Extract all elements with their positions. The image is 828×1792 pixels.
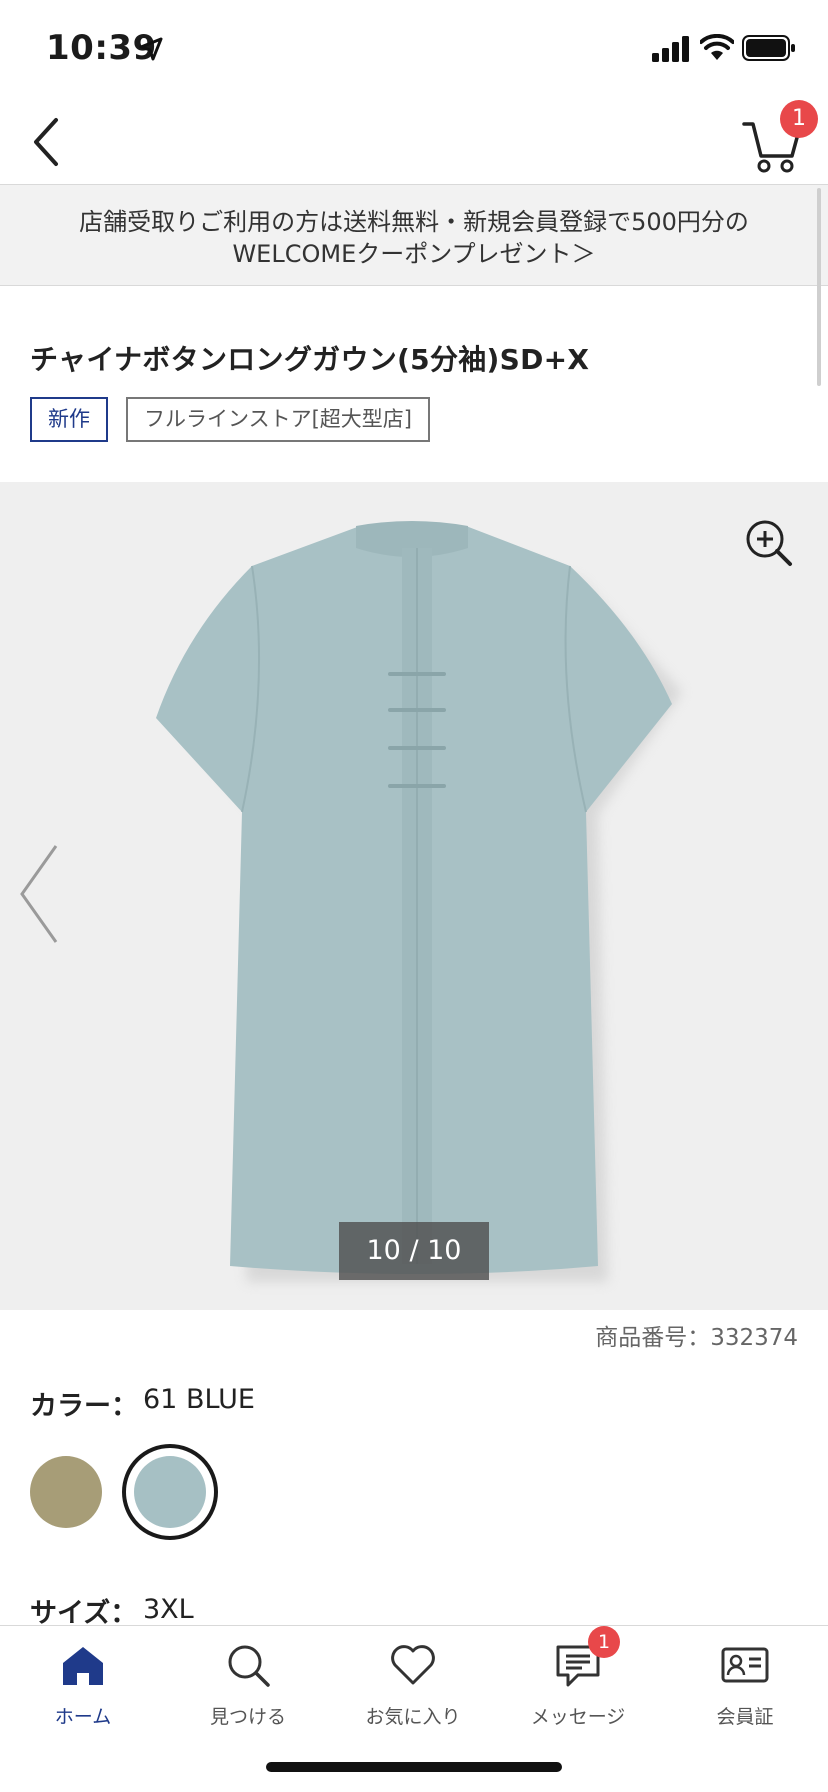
- tag-new: 新作: [30, 397, 108, 442]
- image-counter: 10 / 10: [339, 1222, 489, 1280]
- member-card-icon: [721, 1647, 769, 1683]
- cart-count-badge: 1: [780, 100, 818, 138]
- tag-store[interactable]: フルラインストア[超大型店]: [126, 397, 430, 442]
- color-swatch-blue[interactable]: [134, 1456, 206, 1528]
- tab-messages-label: メッセージ: [530, 1706, 626, 1728]
- product-image: [156, 521, 682, 1282]
- heart-icon: [391, 1645, 435, 1685]
- battery-icon: [742, 35, 795, 61]
- nav-bar: [0, 96, 828, 184]
- back-button[interactable]: [26, 114, 72, 170]
- tab-home[interactable]: ホーム: [13, 1626, 153, 1746]
- zoom-icon[interactable]: [744, 518, 794, 568]
- tab-discover-label: 見つける: [209, 1706, 286, 1728]
- promo-text-line-1: 店舗受取りご利用の方は送料無料・新規会員登録で500円分の: [79, 208, 749, 236]
- home-indicator: [266, 1762, 562, 1772]
- location-arrow-icon: [139, 37, 163, 61]
- cellular-signal-icon: [652, 36, 689, 62]
- scroll-indicator: [817, 188, 821, 386]
- size-value: 3XL: [143, 1594, 194, 1625]
- product-title: チャイナボタンロングガウン(5分袖)SD+X: [30, 343, 590, 376]
- product-number: 商品番号：332374: [595, 1325, 798, 1351]
- previous-image-button[interactable]: [14, 842, 64, 946]
- color-label: カラー：: [30, 1391, 138, 1422]
- promo-text-line-2: WELCOMEクーポンプレゼント＞: [232, 240, 596, 268]
- tab-member-card-label: 会員証: [716, 1706, 774, 1728]
- promo-banner[interactable]: 店舗受取りご利用の方は送料無料・新規会員登録で500円分の WELCOMEクーポ…: [0, 184, 828, 286]
- wifi-icon: [700, 34, 734, 60]
- message-count-badge: 1: [588, 1626, 620, 1658]
- color-swatch-beige[interactable]: [30, 1456, 102, 1528]
- search-icon: [228, 1645, 270, 1687]
- tab-favorites-label: お気に入り: [365, 1706, 461, 1728]
- tab-home-label: ホーム: [54, 1706, 112, 1728]
- color-value: 61 BLUE: [143, 1384, 255, 1415]
- tab-discover[interactable]: 見つける: [178, 1626, 318, 1746]
- tab-member-card[interactable]: 会員証: [675, 1626, 815, 1746]
- tab-messages[interactable]: メッセージ: [508, 1626, 648, 1746]
- home-icon: [63, 1647, 103, 1685]
- product-image-carousel[interactable]: [0, 482, 828, 1310]
- status-bar: 10:39: [0, 0, 828, 96]
- tab-favorites[interactable]: お気に入り: [343, 1626, 483, 1746]
